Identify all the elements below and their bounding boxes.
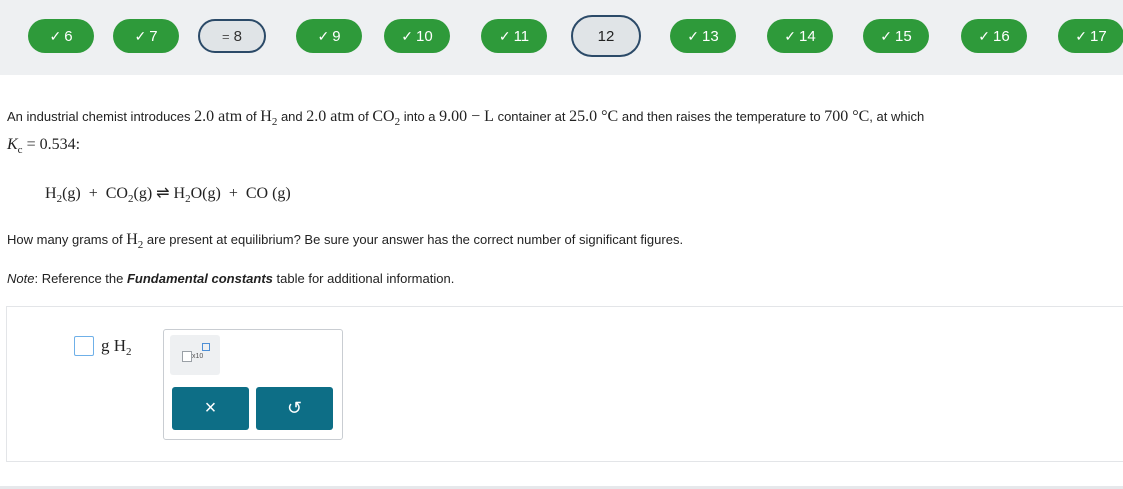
question-12-button-current[interactable]: 12 xyxy=(571,15,641,57)
check-icon: ✓ xyxy=(784,27,797,44)
chemical-equation: H2(g) + CO2(g) ⇌ H2O(g) + CO (g) xyxy=(45,185,291,205)
check-icon: ✓ xyxy=(134,27,147,44)
check-icon: ✓ xyxy=(49,27,62,44)
check-icon: ✓ xyxy=(978,27,991,44)
question-8-button[interactable]: = 8 xyxy=(198,19,266,53)
question-text-line-1: An industrial chemist introduces 2.0 atm… xyxy=(7,108,925,128)
exponent-box-icon xyxy=(202,343,210,351)
check-icon: ✓ xyxy=(317,27,330,44)
check-icon: ✓ xyxy=(498,27,511,44)
answer-input[interactable] xyxy=(74,336,94,356)
scientific-notation-button[interactable]: x10 xyxy=(170,335,220,375)
base-box-icon xyxy=(182,351,192,362)
check-icon: ✓ xyxy=(1075,27,1088,44)
fundamental-constants-link[interactable]: Fundamental constants xyxy=(127,271,273,286)
question-17-button[interactable]: ✓ 17 xyxy=(1058,19,1123,53)
question-navigation: ✓ 6 ✓ 7 = 8 ✓ 9 ✓ 10 ✓ 11 12 ✓ 13 ✓ 14 ✓ 15 ✓ 16 ✓… xyxy=(0,0,1123,75)
clear-button[interactable]: × xyxy=(172,387,249,430)
undo-button[interactable]: ↺ xyxy=(256,387,333,430)
question-7-button[interactable]: ✓ 7 xyxy=(113,19,179,53)
question-16-button[interactable]: ✓ 16 xyxy=(961,19,1027,53)
question-11-button[interactable]: ✓ 11 xyxy=(481,19,547,53)
question-9-button[interactable]: ✓ 9 xyxy=(296,19,362,53)
kc-expression: Kc = 0.534: xyxy=(7,136,81,156)
question-6-button[interactable]: ✓ 6 xyxy=(28,19,94,53)
answer-unit: g H2 xyxy=(101,336,132,358)
check-icon: ✓ xyxy=(880,27,893,44)
question-14-button[interactable]: ✓ 14 xyxy=(767,19,833,53)
partial-icon: = xyxy=(222,28,230,44)
question-10-button[interactable]: ✓ 10 xyxy=(384,19,450,53)
check-icon: ✓ xyxy=(401,27,414,44)
equilibrium-arrow-icon: ⇌ xyxy=(156,185,170,202)
question-prompt: How many grams of H2 are present at equi… xyxy=(7,231,684,251)
undo-icon: ↺ xyxy=(286,398,303,418)
question-13-button[interactable]: ✓ 13 xyxy=(670,19,736,53)
x-icon: × xyxy=(204,397,217,419)
check-icon: ✓ xyxy=(687,27,700,44)
reference-note: Note: Reference the Fundamental constant… xyxy=(7,271,455,286)
question-15-button[interactable]: ✓ 15 xyxy=(863,19,929,53)
